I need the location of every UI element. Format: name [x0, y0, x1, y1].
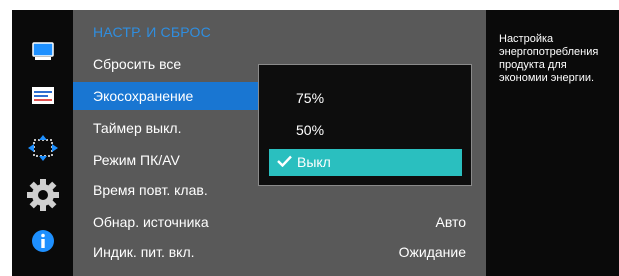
help-panel: Настройка энергопотребления продукта для…: [486, 10, 619, 276]
option-75[interactable]: 75%: [269, 85, 462, 112]
info-icon[interactable]: [12, 228, 73, 254]
eco-saving-options-popup: 75% 50% Выкл: [258, 64, 472, 186]
gear-icon[interactable]: [12, 178, 73, 212]
menu-item-source-detection[interactable]: Обнар. источника Авто: [73, 208, 486, 236]
monitor-icon[interactable]: [12, 40, 73, 64]
menu-title: НАСТР. И СБРОС: [93, 24, 211, 40]
option-off[interactable]: Выкл: [269, 149, 462, 176]
menu-item-label: Индик. пит. вкл.: [93, 244, 195, 260]
checkmark-icon: [277, 149, 293, 176]
menu-item-value: Ожидание: [398, 244, 466, 260]
option-label: 50%: [296, 122, 325, 138]
menu-item-label: Обнар. источника: [93, 214, 209, 230]
option-label: 75%: [296, 90, 325, 106]
menu-item-power-led-on[interactable]: Индик. пит. вкл. Ожидание: [73, 238, 486, 266]
menu-item-label: Таймер выкл.: [93, 120, 182, 136]
sidebar: [12, 10, 73, 276]
menu-item-label: Режим ПК/AV: [93, 152, 180, 168]
option-50[interactable]: 50%: [269, 117, 462, 144]
resize-icon[interactable]: [12, 134, 73, 162]
menu-item-label: Экосохранение: [93, 88, 194, 104]
option-label: Выкл: [297, 154, 331, 170]
osd-menu: НАСТР. И СБРОС Сбросить все Экосохранени…: [0, 10, 619, 276]
menu-item-eco-saving[interactable]: Экосохранение: [73, 82, 263, 110]
display-settings-icon[interactable]: [12, 84, 73, 108]
menu-item-label: Время повт. клав.: [93, 182, 208, 198]
menu-item-value: Авто: [435, 214, 466, 230]
menu-item-label: Сбросить все: [93, 56, 182, 72]
help-text: Настройка энергопотребления продукта для…: [499, 33, 599, 84]
